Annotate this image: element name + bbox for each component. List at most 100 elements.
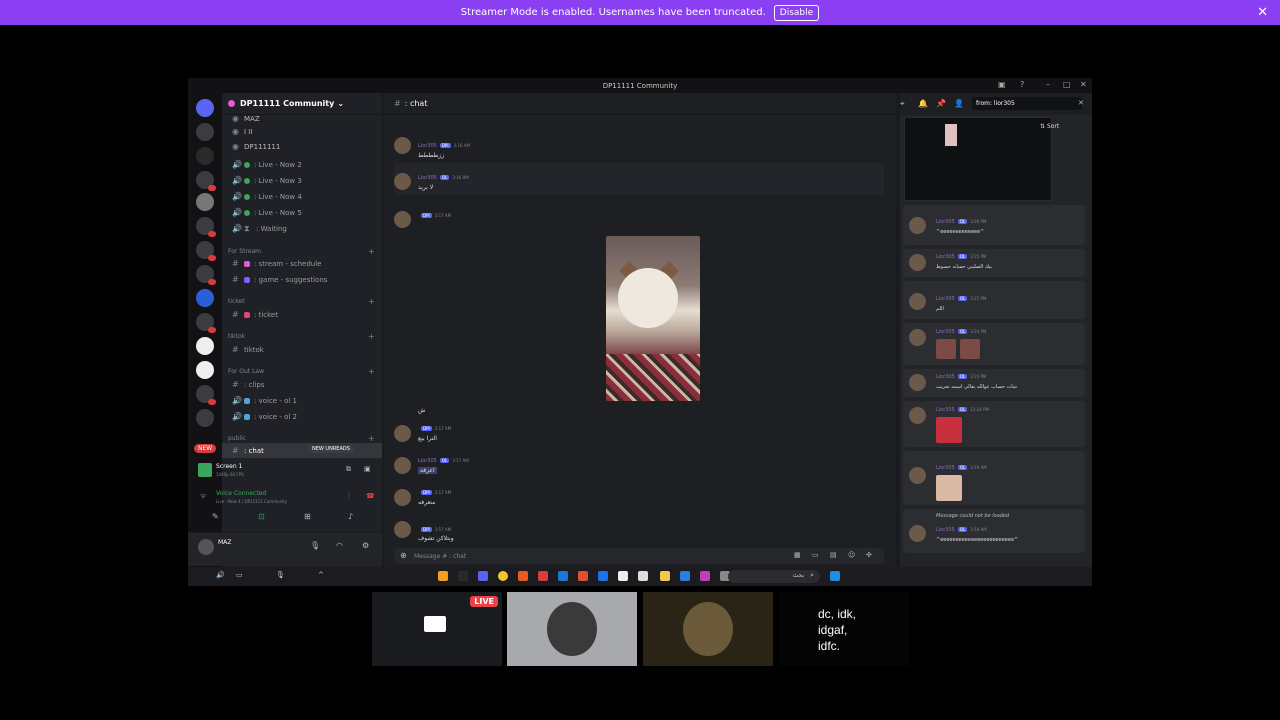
search-result[interactable]: Lior305 OL 3:25 PM اللم xyxy=(903,281,1085,319)
voice-channel[interactable]: 🔊: Live - Now 5 xyxy=(222,205,382,220)
app-icon[interactable] xyxy=(538,571,548,581)
gift-icon[interactable]: ▦ xyxy=(794,551,801,559)
channel-voice-ol-2[interactable]: 🔊: voice - ol 2 xyxy=(222,409,382,424)
emoji-icon[interactable]: ☺ xyxy=(848,551,855,559)
channel-suggestions[interactable]: #: game - suggestions xyxy=(222,272,382,287)
maximize-icon[interactable]: □ xyxy=(1063,80,1071,89)
apps-icon[interactable]: ✣ xyxy=(866,551,872,559)
sticker-icon[interactable]: ▤ xyxy=(830,551,837,559)
avatar[interactable] xyxy=(394,137,411,154)
server-icon[interactable] xyxy=(196,241,216,261)
search-input[interactable]: from: lior305 xyxy=(972,97,1082,110)
pin-icon[interactable]: 📌 xyxy=(936,99,946,108)
server-icon[interactable] xyxy=(196,385,216,405)
channel-voice-ol-1[interactable]: 🔊: voice - ol 1 xyxy=(222,393,382,408)
channel-chat[interactable]: #: chat xyxy=(222,443,382,458)
avatar[interactable] xyxy=(394,425,411,442)
app-icon[interactable] xyxy=(638,571,648,581)
app-icon[interactable] xyxy=(518,571,528,581)
stream-thumbnail[interactable] xyxy=(643,592,773,666)
app-icon[interactable] xyxy=(438,571,448,581)
settings-icon[interactable]: ⚙ xyxy=(362,541,369,550)
members-icon[interactable]: 👤 xyxy=(954,99,964,108)
voice-channel[interactable]: 🔊: Live - Now 3 xyxy=(222,173,382,188)
folder-icon[interactable] xyxy=(660,571,670,581)
server-icon[interactable] xyxy=(196,409,214,427)
stream-thumbnail[interactable]: LIVE xyxy=(372,592,502,666)
avatar[interactable] xyxy=(394,211,411,228)
server-icon[interactable] xyxy=(196,217,216,237)
add-channel-icon[interactable]: + xyxy=(368,247,375,256)
popout-icon[interactable]: ⧉ xyxy=(346,465,351,474)
category-out-law[interactable]: For Out Law + xyxy=(228,367,375,376)
discord-taskbar-icon[interactable] xyxy=(478,571,488,581)
server-icon[interactable] xyxy=(196,265,216,285)
channel-clips[interactable]: #: clips xyxy=(222,377,382,392)
cat-image[interactable] xyxy=(606,236,700,401)
username[interactable]: MAZ xyxy=(218,539,231,546)
mic-icon[interactable]: 🎙 xyxy=(276,571,285,579)
avatar[interactable] xyxy=(394,173,411,190)
gif-icon[interactable]: ▭ xyxy=(812,551,819,559)
brave-icon[interactable] xyxy=(578,571,588,581)
home-icon[interactable] xyxy=(196,99,214,117)
search-result[interactable]: Lior305 OL 3:24 PM xyxy=(903,323,1085,365)
share-screen-icon[interactable]: ⊡ xyxy=(258,512,265,521)
mic-icon[interactable]: 🎙 xyxy=(310,541,320,550)
search-result[interactable]: Lior305 OL 3:25 PM بيك الصليبي حسابه حسوط xyxy=(903,249,1085,277)
camera-icon[interactable]: ✎ xyxy=(212,512,219,521)
close-icon[interactable]: ✕ xyxy=(1257,5,1268,20)
inbox-icon[interactable]: ▣ xyxy=(998,80,1006,89)
stop-stream-icon[interactable]: ▣ xyxy=(364,465,371,473)
avatar[interactable] xyxy=(394,521,411,538)
help-icon[interactable]: ? xyxy=(1020,80,1024,89)
app-icon[interactable] xyxy=(598,571,608,581)
search-screenshot-result[interactable] xyxy=(904,117,1052,201)
server-icon[interactable] xyxy=(196,193,214,211)
chevron-up-icon[interactable]: ^ xyxy=(318,571,324,579)
voice-channel-info[interactable]: Live - Now 4 / DP11111 Community xyxy=(216,499,287,504)
voice-status[interactable]: Voice Connected xyxy=(216,490,266,497)
search-result[interactable]: Lior305 OL 3:26 PM ^eeeeeeeeeeeee^ xyxy=(903,205,1085,245)
voice-channel[interactable]: 🔊: Live - Now 2 xyxy=(222,157,382,172)
close-window-icon[interactable]: ✕ xyxy=(1080,80,1087,89)
category-ticket[interactable]: ticket + xyxy=(228,297,375,306)
search-icon[interactable]: ⌕ xyxy=(810,571,814,580)
server-icon[interactable] xyxy=(196,147,214,165)
battery-icon[interactable]: ▭ xyxy=(236,571,243,579)
add-channel-icon[interactable]: + xyxy=(368,434,375,443)
activities-icon[interactable]: ⊞ xyxy=(304,512,311,521)
speaker-icon[interactable]: 🔊 xyxy=(216,571,225,579)
disable-button[interactable]: Disable xyxy=(773,4,820,21)
server-icon[interactable] xyxy=(196,123,214,141)
search-result[interactable]: Lior305 OL 3:24 PM شات حساب عوالله يقالي ا… xyxy=(903,369,1085,397)
server-icon[interactable] xyxy=(196,337,214,355)
add-channel-icon[interactable]: + xyxy=(368,332,375,341)
sort-button[interactable]: ⇅ Sort xyxy=(1040,123,1059,130)
new-badge[interactable]: NEW xyxy=(194,444,217,453)
channel-ticket[interactable]: #: ticket xyxy=(222,307,382,322)
threads-icon[interactable]: ⌖ xyxy=(900,99,905,109)
taskbar-search[interactable]: بحث xyxy=(728,570,820,583)
soundboard-icon[interactable]: ♪ xyxy=(348,512,353,521)
steam-icon[interactable] xyxy=(558,571,568,581)
add-channel-icon[interactable]: + xyxy=(368,367,375,376)
channel-tiktok[interactable]: # tiktok xyxy=(222,342,382,357)
category-public[interactable]: public + xyxy=(228,434,375,443)
app-icon[interactable] xyxy=(700,571,710,581)
plus-icon[interactable]: ⊕ xyxy=(400,551,407,560)
clear-search-icon[interactable]: ✕ xyxy=(1078,99,1084,107)
store-icon[interactable] xyxy=(680,571,690,581)
search-result[interactable]: Lior305 OL 12:24 PM xyxy=(903,401,1085,447)
search-result[interactable]: Lior305 OL 3:19 AM xyxy=(903,451,1085,505)
avatar[interactable] xyxy=(394,489,411,506)
voice-channel[interactable]: 🔊 ⧗: Waiting xyxy=(222,221,382,236)
windows-start-icon[interactable] xyxy=(830,571,840,581)
channel-schedule[interactable]: #: stream - schedule xyxy=(222,256,382,271)
category-tiktok[interactable]: tiktok + xyxy=(228,332,375,341)
category-for-stream[interactable]: For Stream + xyxy=(228,247,375,256)
headphones-icon[interactable]: ◠ xyxy=(336,541,343,550)
server-icon[interactable] xyxy=(196,289,214,307)
voice-channel[interactable]: 🔊: Live - Now 4 xyxy=(222,189,382,204)
noise-icon[interactable]: ⫶ xyxy=(348,492,350,501)
